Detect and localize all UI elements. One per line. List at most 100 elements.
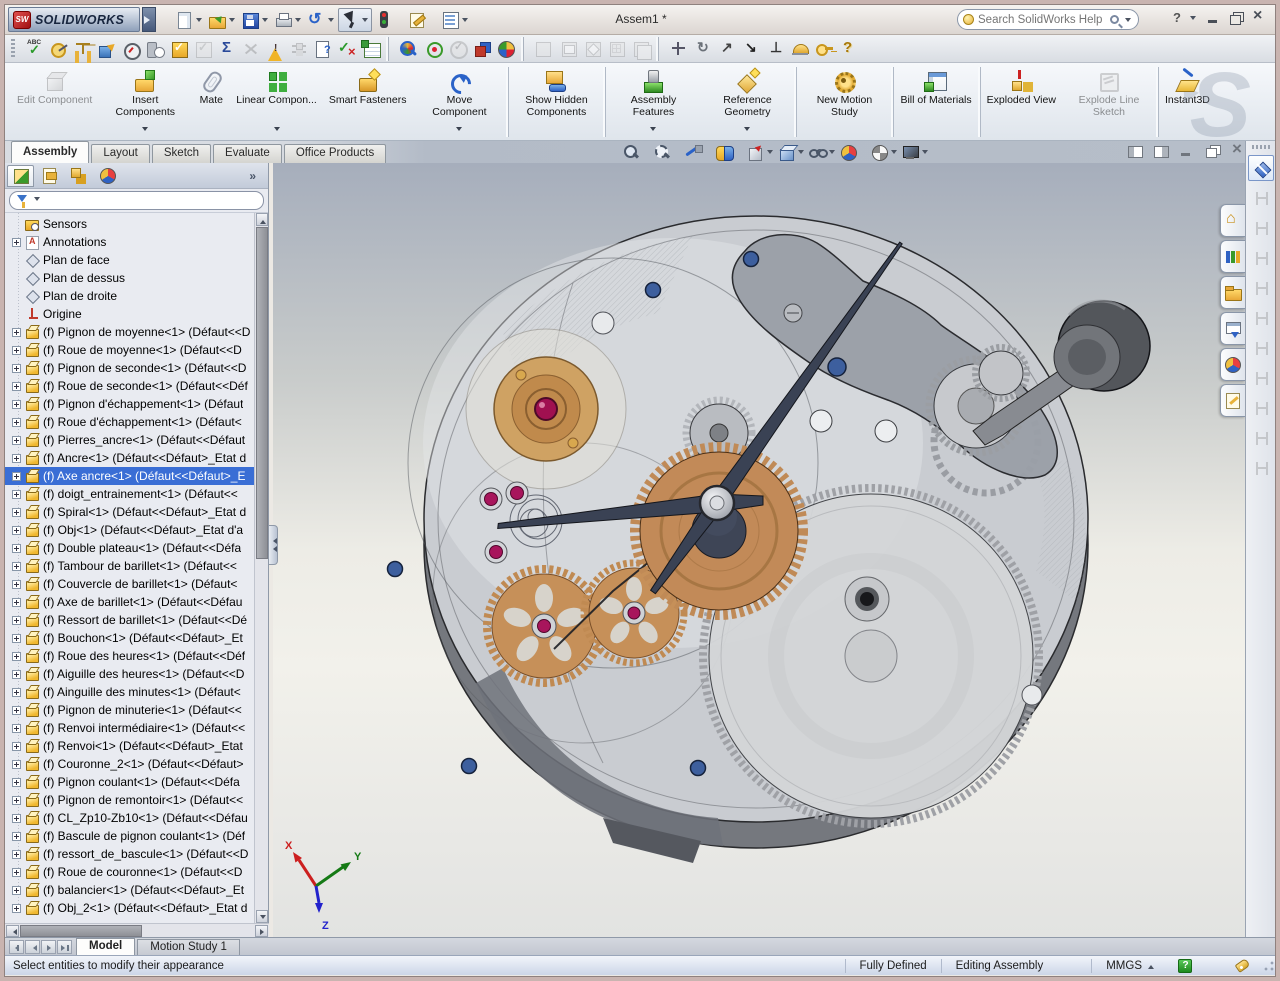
ribbon-button[interactable]: Explode Line Sketch bbox=[1062, 67, 1156, 137]
expand-toggle-icon[interactable] bbox=[12, 742, 21, 751]
toolbar-button[interactable] bbox=[311, 37, 335, 61]
expand-toggle-icon[interactable] bbox=[12, 508, 21, 517]
command-tab[interactable]: Layout bbox=[91, 144, 150, 163]
toolbar-button[interactable] bbox=[95, 37, 119, 61]
command-tab[interactable]: Assembly bbox=[11, 141, 89, 163]
view-toolbar-button[interactable] bbox=[714, 142, 744, 162]
last-tab-button[interactable] bbox=[57, 940, 72, 954]
panel-tab[interactable] bbox=[65, 165, 92, 187]
ribbon-button[interactable]: Assembly Features bbox=[605, 67, 700, 137]
view-toolbar-button[interactable] bbox=[869, 142, 899, 162]
ribbon-button[interactable]: Bill of Materials bbox=[893, 67, 977, 137]
toolbar-button[interactable] bbox=[71, 37, 95, 61]
tile-left-icon[interactable] bbox=[1126, 142, 1146, 162]
tree-item[interactable]: (f) Obj<1> (Défaut<<Défaut>_Etat d'a bbox=[5, 521, 255, 539]
tree-item[interactable]: (f) Roue des heures<1> (Défaut<<Déf bbox=[5, 647, 255, 665]
ribbon-button[interactable]: Reference Geometry bbox=[700, 67, 794, 137]
dimension-button[interactable] bbox=[1248, 185, 1274, 211]
tree-item[interactable]: (f) Couronne_2<1> (Défaut<<Défaut> bbox=[5, 755, 255, 773]
restore-button[interactable] bbox=[1228, 10, 1244, 25]
toolbar-button[interactable] bbox=[359, 37, 383, 61]
expand-toggle-icon[interactable] bbox=[12, 454, 21, 463]
viewport-canvas[interactable]: X Y Z bbox=[273, 163, 1247, 937]
tile-right-icon[interactable] bbox=[1152, 142, 1172, 162]
toolbar-button[interactable] bbox=[239, 37, 263, 61]
toolbar-button[interactable] bbox=[740, 37, 764, 61]
panel-tab[interactable] bbox=[36, 165, 63, 187]
toolbar-button[interactable] bbox=[716, 37, 740, 61]
toolbar-grip[interactable] bbox=[11, 39, 15, 59]
toolbar-button[interactable] bbox=[47, 37, 71, 61]
tree-item[interactable]: (f) balancier<1> (Défaut<<Défaut>_Et bbox=[5, 881, 255, 899]
previous-tab-button[interactable] bbox=[25, 940, 40, 954]
toolbar-button[interactable] bbox=[470, 37, 494, 61]
tree-item[interactable]: (f) CL_Zp10-Zb10<1> (Défaut<<Défau bbox=[5, 809, 255, 827]
close-button[interactable] bbox=[1251, 10, 1267, 25]
toolbar-button[interactable] bbox=[605, 37, 629, 61]
expand-toggle-icon[interactable] bbox=[12, 814, 21, 823]
dropdown-caret-icon[interactable] bbox=[274, 127, 280, 134]
view-toolbar-button[interactable] bbox=[745, 142, 775, 162]
minimize-doc-icon[interactable] bbox=[1178, 142, 1198, 162]
task-pane-tab[interactable] bbox=[1220, 312, 1245, 345]
scrollbar-thumb[interactable] bbox=[20, 925, 142, 937]
command-tab[interactable]: Evaluate bbox=[213, 144, 282, 163]
dropdown-caret-icon[interactable] bbox=[767, 150, 773, 157]
ribbon-button[interactable]: Mate bbox=[192, 67, 230, 137]
tree-vertical-scrollbar[interactable] bbox=[254, 213, 268, 923]
tree-item[interactable]: (f) doigt_entrainement<1> (Défaut<< bbox=[5, 485, 255, 503]
toolbar-button[interactable] bbox=[764, 37, 788, 61]
expand-toggle-icon[interactable] bbox=[12, 526, 21, 535]
expand-toggle-icon[interactable] bbox=[12, 238, 21, 247]
view-toolbar-button[interactable] bbox=[621, 142, 651, 162]
task-pane-tab[interactable] bbox=[1220, 348, 1245, 381]
toolbar-button[interactable] bbox=[523, 37, 557, 61]
command-tab[interactable]: Office Products bbox=[284, 144, 386, 163]
tag-icon[interactable] bbox=[1235, 958, 1251, 973]
tree-item[interactable]: Annotations bbox=[5, 233, 255, 251]
task-pane-tab[interactable] bbox=[1220, 384, 1245, 417]
tree-item[interactable]: (f) Bouchon<1> (Défaut<<Défaut>_Et bbox=[5, 629, 255, 647]
tree-item[interactable]: (f) Obj_2<1> (Défaut<<Défaut>_Etat d bbox=[5, 899, 255, 917]
expand-toggle-icon[interactable] bbox=[12, 886, 21, 895]
toolbar-button[interactable] bbox=[388, 37, 422, 61]
toolbar-button[interactable] bbox=[263, 37, 287, 61]
ribbon-button[interactable]: Insert Components bbox=[98, 67, 192, 137]
expand-toggle-icon[interactable] bbox=[12, 670, 21, 679]
restore-doc-icon[interactable] bbox=[1204, 142, 1224, 162]
view-toolbar-button[interactable] bbox=[900, 142, 930, 162]
expand-toggle-icon[interactable] bbox=[12, 580, 21, 589]
expand-toggle-icon[interactable] bbox=[12, 598, 21, 607]
quick-tips-icon[interactable] bbox=[1178, 959, 1192, 973]
expand-toggle-icon[interactable] bbox=[12, 382, 21, 391]
tree-item[interactable]: (f) Pignon coulant<1> (Défaut<<Défa bbox=[5, 773, 255, 791]
expand-toggle-icon[interactable] bbox=[12, 562, 21, 571]
search-icon[interactable] bbox=[1110, 15, 1119, 24]
tree-item[interactable]: Origine bbox=[5, 305, 255, 323]
tree-item[interactable]: (f) Axe ancre<1> (Défaut<<Défaut>_E bbox=[5, 467, 255, 485]
resize-grip[interactable] bbox=[1263, 960, 1275, 972]
view-toolbar-button[interactable] bbox=[807, 142, 837, 162]
tree-item[interactable]: (f) Roue d'échappement<1> (Défaut< bbox=[5, 413, 255, 431]
expand-toggle-icon[interactable] bbox=[12, 472, 21, 481]
scroll-down-arrow-icon[interactable] bbox=[256, 910, 268, 923]
toolbar-button[interactable] bbox=[692, 37, 716, 61]
toolbar-button[interactable] bbox=[446, 37, 470, 61]
scroll-left-arrow-icon[interactable] bbox=[6, 925, 19, 937]
tree-item[interactable]: (f) Pignon de seconde<1> (Défaut<<D bbox=[5, 359, 255, 377]
search-caret-icon[interactable] bbox=[1125, 18, 1131, 25]
dropdown-caret-icon[interactable] bbox=[142, 127, 148, 134]
toolbar-button[interactable] bbox=[581, 37, 605, 61]
tree-horizontal-scrollbar[interactable] bbox=[5, 923, 269, 937]
minimize-button[interactable] bbox=[1205, 10, 1221, 25]
dimension-button[interactable] bbox=[1248, 275, 1274, 301]
tree-item[interactable]: (f) Aiguille des heures<1> (Défaut<<D bbox=[5, 665, 255, 683]
ribbon-button[interactable]: Move Component bbox=[412, 67, 506, 137]
toolbar-button[interactable] bbox=[335, 37, 359, 61]
dimension-button[interactable] bbox=[1248, 455, 1274, 481]
toolbar-button[interactable] bbox=[191, 37, 215, 61]
toolbar-button[interactable] bbox=[836, 37, 860, 61]
units-selector[interactable]: MMGS bbox=[1091, 959, 1168, 973]
toolbar-button[interactable] bbox=[658, 37, 692, 61]
scroll-right-arrow-icon[interactable] bbox=[255, 925, 268, 937]
